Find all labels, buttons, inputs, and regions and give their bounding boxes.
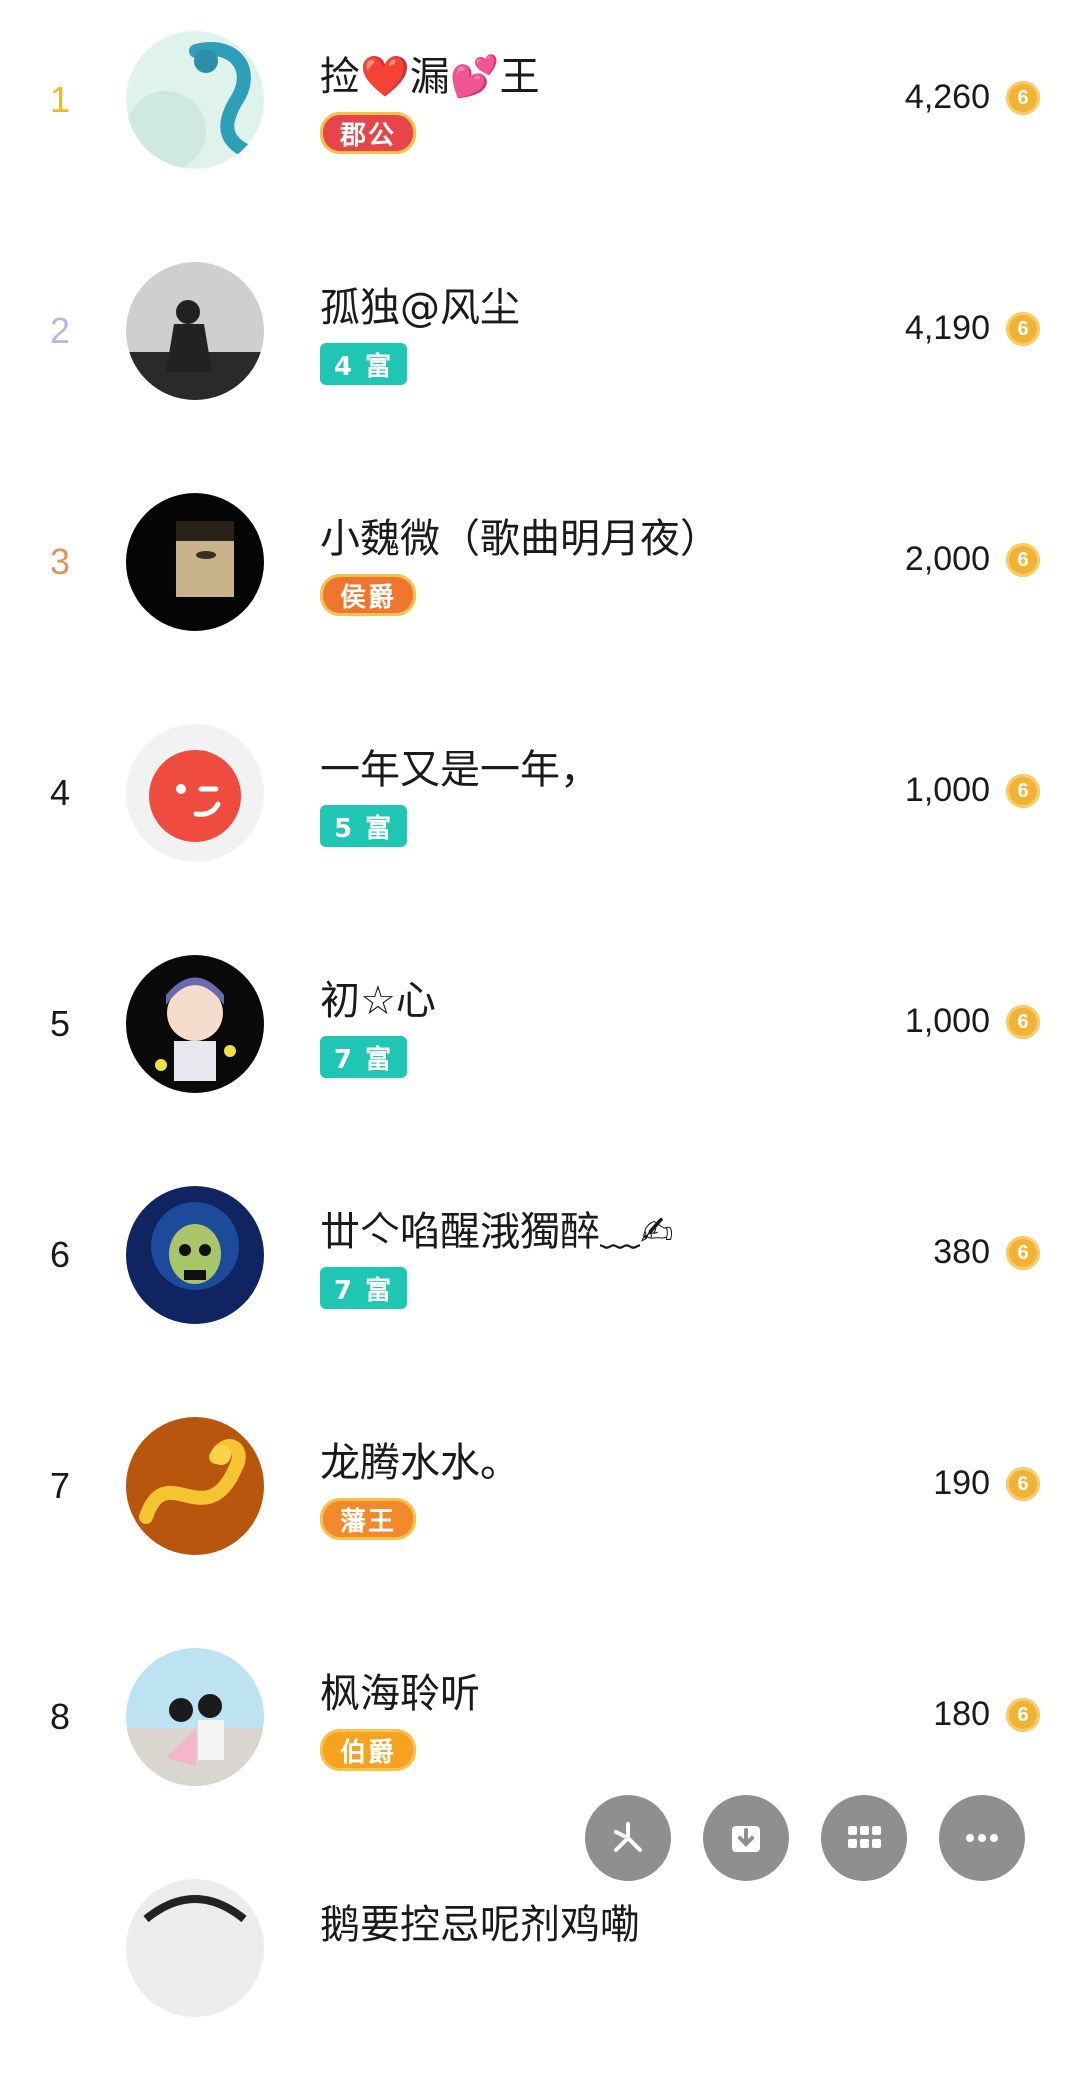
rank-number: 7 (49, 1465, 71, 1506)
couple-avatar[interactable] (126, 1648, 264, 1786)
coin-icon: 6 (1006, 543, 1040, 577)
more-icon (966, 1834, 998, 1842)
coin-icon: 6 (1006, 1236, 1040, 1270)
rank-badge: 藩王 (320, 1498, 417, 1540)
user-name[interactable]: 孤独@风尘 (320, 275, 520, 333)
rank-badge: 7 富 (320, 1036, 408, 1078)
score-value: 190 (933, 1464, 990, 1502)
coin-icon: 6 (1006, 312, 1040, 346)
download-button[interactable] (703, 1795, 789, 1881)
rank-badge: 7 富 (320, 1267, 408, 1309)
gold-dragon-avatar[interactable] (126, 1417, 264, 1555)
user-name[interactable]: 初☆心 (320, 968, 436, 1026)
leaderboard-row[interactable]: 6 丗亽啗醒涐獨醉﹏✍ 7 富 380 6 (0, 1155, 1080, 1385)
user-name[interactable]: 丗亽啗醒涐獨醉﹏✍ (320, 1199, 674, 1257)
more-button[interactable] (939, 1795, 1025, 1881)
skull-avatar[interactable] (126, 1186, 264, 1324)
leaderboard-row[interactable]: 3 小魏微（歌曲明月夜） 侯爵 2,000 6 (0, 462, 1080, 692)
user-name[interactable]: 一年又是一年， (320, 737, 600, 795)
dragon-avatar[interactable] (126, 31, 264, 169)
leaderboard-row[interactable]: 2 孤独@风尘 4 富 4,190 6 (0, 231, 1080, 461)
rank-number: 4 (49, 772, 71, 813)
score-value: 380 (933, 1233, 990, 1271)
grid-icon (848, 1826, 881, 1848)
rank-badge: 伯爵 (320, 1729, 417, 1771)
rank-badge: 5 富 (320, 805, 408, 847)
score-value: 180 (933, 1695, 990, 1733)
rank-number: 5 (49, 1003, 71, 1044)
download-icon (732, 1826, 760, 1852)
rank-badge: 4 富 (320, 343, 408, 385)
rank-number: 1 (49, 79, 71, 120)
rank-number (36, 1848, 84, 2048)
rank-number: 3 (49, 541, 71, 582)
user-name[interactable]: 龙腾水水。 (320, 1430, 520, 1488)
leaderboard-row[interactable]: 8 枫海聆听伯爵 180 6 (0, 1617, 1080, 1847)
user-name[interactable]: 枫海聆听 (320, 1661, 480, 1719)
rank-number: 6 (49, 1234, 71, 1275)
score-value: 2,000 (904, 540, 990, 578)
leaderboard-row[interactable]: 1 捡❤️漏💕王郡公 4,260 6 (0, 0, 1080, 230)
silhouette-avatar[interactable] (126, 262, 264, 400)
score-value: 1,000 (904, 1002, 990, 1040)
leaderboard-row[interactable]: 5 初☆心 7 富 1,000 6 (0, 924, 1080, 1154)
rank-badge: 郡公 (320, 112, 417, 154)
score-value: 4,190 (904, 309, 990, 347)
leaderboard-row[interactable]: 7 龙腾水水。藩王 190 6 (0, 1386, 1080, 1616)
wink-avatar[interactable] (126, 724, 264, 862)
score-value: 4,260 (904, 78, 990, 116)
rank-number: 2 (49, 310, 71, 351)
coin-icon: 6 (1006, 774, 1040, 808)
leaderboard-row[interactable]: 4 一年又是一年， 5 富 1,000 6 (0, 693, 1080, 923)
share-button[interactable] (585, 1795, 671, 1881)
coin-icon: 6 (1006, 1467, 1040, 1501)
coin-icon: 6 (1006, 1698, 1040, 1732)
score-value: 1,000 (904, 771, 990, 809)
leaderboard-row[interactable]: 鹅要控忌呢剂鸡嘞 (0, 1848, 1080, 2078)
user-name[interactable]: 捡❤️漏💕王 (320, 44, 540, 102)
share-icon (614, 1822, 642, 1852)
partial-avatar[interactable] (126, 1879, 264, 2017)
user-name[interactable]: 小魏微（歌曲明月夜） (320, 506, 720, 564)
coin-icon: 6 (1006, 1005, 1040, 1039)
face-avatar[interactable] (126, 493, 264, 631)
grid-button[interactable] (821, 1795, 907, 1881)
rank-badge: 侯爵 (320, 574, 417, 616)
anime-boy-avatar[interactable] (126, 955, 264, 1093)
coin-icon: 6 (1006, 81, 1040, 115)
user-name[interactable]: 鹅要控忌呢剂鸡嘞 (320, 1892, 640, 1950)
rank-number: 8 (49, 1696, 71, 1737)
